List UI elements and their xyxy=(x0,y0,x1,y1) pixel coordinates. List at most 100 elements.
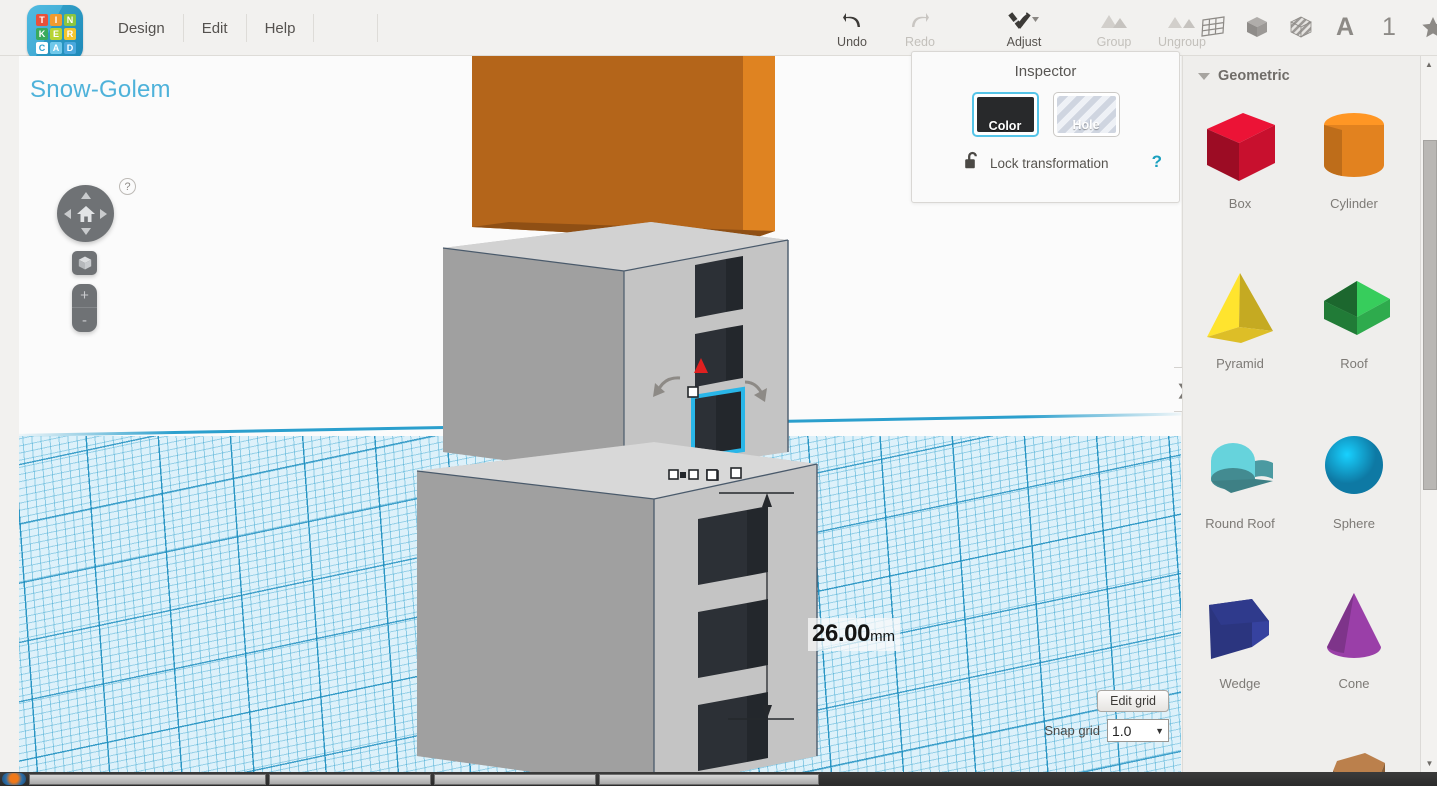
color-swatch-button[interactable]: Color xyxy=(971,92,1039,137)
snap-grid-select[interactable]: 1.0 ▼ xyxy=(1107,719,1169,742)
logo-tile-k: K xyxy=(36,28,48,40)
menu-item-design[interactable]: Design xyxy=(100,14,184,42)
logo-tile-n: N xyxy=(64,14,76,26)
half-sphere-icon xyxy=(1197,732,1283,772)
unlock-padlock-icon xyxy=(964,151,981,175)
grid-controls: Edit grid Snap grid 1.0 ▼ xyxy=(1044,690,1169,742)
shape-label: Sphere xyxy=(1333,516,1375,531)
group-button[interactable]: Group xyxy=(1080,0,1148,49)
shape-item-cylinder[interactable]: Cylinder xyxy=(1297,92,1411,252)
shape-item-wedge[interactable]: Wedge xyxy=(1183,572,1297,732)
cylinder-icon xyxy=(1311,92,1397,202)
redo-button[interactable]: Redo xyxy=(886,0,954,49)
logo-tile-r: R xyxy=(64,28,76,40)
snap-grid-value: 1.0 xyxy=(1112,722,1132,739)
dimension-value: 26.00 xyxy=(812,620,871,647)
nav-down-arrow-icon[interactable] xyxy=(80,228,91,235)
number-icon[interactable]: 1 xyxy=(1372,6,1406,48)
group-label: Group xyxy=(1096,35,1132,49)
taskbar-item[interactable] xyxy=(29,773,266,785)
dimension-unit: mm xyxy=(870,628,896,645)
logo-letter-grid: TIN KER CAD xyxy=(36,14,76,54)
shape-label: Cylinder xyxy=(1330,196,1378,211)
workplane-grid xyxy=(19,436,1181,772)
solid-shape-icon[interactable] xyxy=(1240,6,1274,48)
shape-item-round-roof[interactable]: Round Roof xyxy=(1183,412,1297,572)
adjust-icon xyxy=(986,8,1062,34)
menu-item-edit[interactable]: Edit xyxy=(184,14,247,42)
shape-item-box[interactable]: Box xyxy=(1183,92,1297,252)
chevron-down-icon: ▼ xyxy=(1155,725,1164,736)
nav-right-arrow-icon[interactable] xyxy=(100,208,107,219)
edit-tool-group: Undo Redo Adjust Group Ungroup xyxy=(818,0,1216,56)
lock-transformation-label: Lock transformation xyxy=(990,155,1109,171)
tinkercad-logo[interactable]: TIN KER CAD xyxy=(27,5,83,61)
adjust-label: Adjust xyxy=(1006,35,1042,49)
logo-tile-t: T xyxy=(36,14,48,26)
shape-label: Roof xyxy=(1340,356,1368,371)
lock-transformation-row[interactable]: Lock transformation xyxy=(964,151,1179,175)
shape-label: Round Roof xyxy=(1205,516,1275,531)
shapes-category-header[interactable]: Geometric xyxy=(1183,56,1437,84)
view-navigation-pad[interactable] xyxy=(57,185,114,242)
shape-item-pyramid[interactable]: Pyramid xyxy=(1183,252,1297,412)
workplane-horizon xyxy=(19,412,1181,437)
scroll-up-arrow-icon[interactable]: ▲ xyxy=(1421,56,1437,73)
shape-mode-toolbar: A 1 xyxy=(1196,6,1437,48)
snap-grid-label: Snap grid xyxy=(1044,723,1100,738)
inspector-title: Inspector xyxy=(1014,63,1077,80)
logo-tile-a: A xyxy=(50,42,62,54)
scrollbar-thumb[interactable] xyxy=(1423,140,1437,490)
start-orb-icon[interactable] xyxy=(2,773,26,785)
taskbar-item[interactable] xyxy=(269,773,431,785)
canvas-help-icon[interactable]: ? xyxy=(119,178,136,195)
favorites-star-icon[interactable] xyxy=(1416,6,1437,48)
zoom-in-button[interactable]: + xyxy=(72,284,97,308)
shape-item-cone[interactable]: Cone xyxy=(1297,572,1411,732)
main-menu: Design Edit Help xyxy=(100,0,379,56)
shape-item-hexagonal-prism[interactable]: Hexagonal Prism xyxy=(1297,732,1411,772)
hole-swatch-label: Hole xyxy=(1072,118,1100,132)
logo-tile-e: E xyxy=(50,28,62,40)
fit-to-view-button[interactable] xyxy=(72,251,97,275)
undo-button[interactable]: Undo xyxy=(818,0,886,49)
dimension-label: 26.00mm xyxy=(808,618,901,651)
shape-item-roof[interactable]: Roof xyxy=(1297,252,1411,412)
shapes-category-label: Geometric xyxy=(1218,68,1290,84)
shape-label: Pyramid xyxy=(1216,356,1264,371)
inspector-help-icon[interactable]: ? xyxy=(1152,152,1162,172)
hole-swatch-button[interactable]: Hole xyxy=(1052,92,1120,137)
undo-icon xyxy=(818,8,886,34)
shapes-library-panel: Geometric Box Cylinder Pyramid Roof Roun… xyxy=(1182,56,1437,772)
adjust-button[interactable]: Adjust xyxy=(986,0,1062,49)
inspector-panel: Inspector Color Hole ? Lock transformati… xyxy=(911,51,1180,203)
shapes-panel-scrollbar[interactable]: ▲ ▼ xyxy=(1420,56,1437,772)
text-icon[interactable]: A xyxy=(1328,6,1362,48)
taskbar-item[interactable] xyxy=(434,773,596,785)
scroll-down-arrow-icon[interactable]: ▼ xyxy=(1421,755,1437,772)
hexagonal-prism-icon xyxy=(1311,732,1397,772)
taskbar-item[interactable] xyxy=(599,773,819,785)
menu-item-help[interactable]: Help xyxy=(247,14,315,42)
nav-left-arrow-icon[interactable] xyxy=(64,208,71,219)
shape-label: Wedge xyxy=(1219,676,1261,691)
logo-tile-c: C xyxy=(36,42,48,54)
design-title[interactable]: Snow-Golem xyxy=(30,76,171,104)
inspector-swatches: Color Hole xyxy=(912,92,1179,137)
nav-up-arrow-icon[interactable] xyxy=(80,192,91,199)
chevron-down-icon[interactable] xyxy=(1198,72,1210,80)
zoom-controls[interactable]: + - xyxy=(72,284,97,332)
hole-shape-icon[interactable] xyxy=(1284,6,1318,48)
zoom-out-button[interactable]: - xyxy=(72,308,97,332)
workplane-icon[interactable] xyxy=(1196,6,1230,48)
tinkercad-app: TINKERCAD Design Edit Help Undo Redo Adj… xyxy=(0,0,1437,786)
shape-item-sphere[interactable]: Sphere xyxy=(1297,412,1411,572)
edit-grid-button[interactable]: Edit grid xyxy=(1097,690,1169,712)
shape-item-half-sphere[interactable]: Half Sphere xyxy=(1183,732,1297,772)
shapes-grid: Box Cylinder Pyramid Roof Round Roof Sph… xyxy=(1183,92,1411,772)
home-view-icon[interactable] xyxy=(76,204,96,224)
sphere-icon xyxy=(1311,412,1397,522)
box-icon xyxy=(1197,92,1283,202)
redo-icon xyxy=(886,8,954,34)
undo-label: Undo xyxy=(837,35,867,49)
